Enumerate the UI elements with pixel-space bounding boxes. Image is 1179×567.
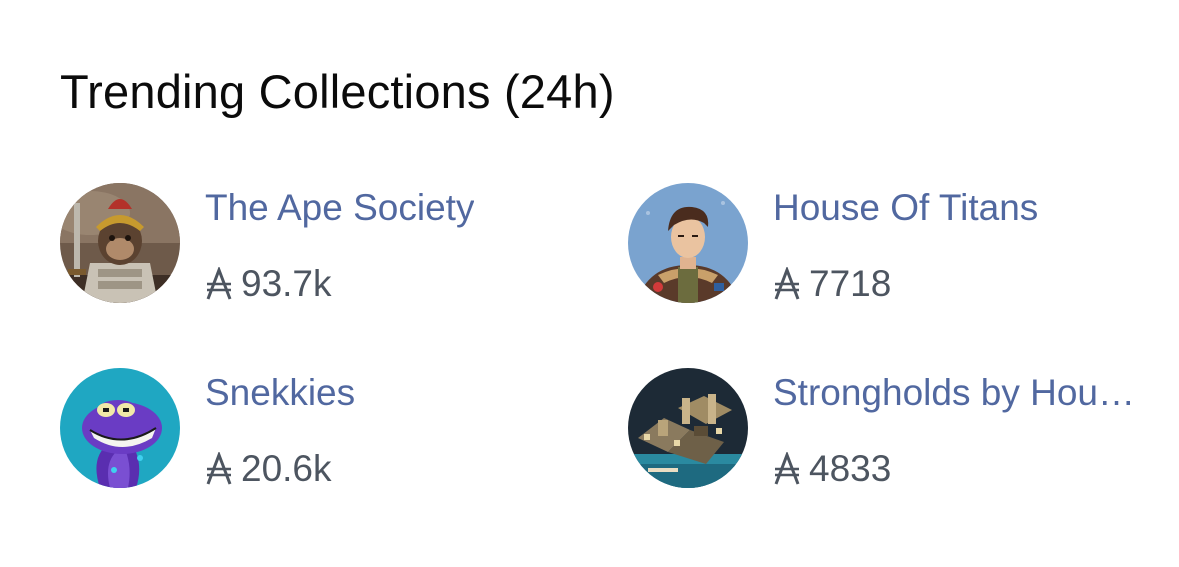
collection-volume-value: 20.6k: [241, 448, 332, 489]
collection-name[interactable]: Strongholds by Hou…: [773, 370, 1135, 416]
collection-avatar-strongholds[interactable]: [628, 368, 748, 488]
collection-avatar-ape[interactable]: [60, 183, 180, 303]
collection-volume-value: 4833: [809, 448, 892, 489]
collection-name[interactable]: House Of Titans: [773, 185, 1038, 231]
collection-volume: 20.6k: [205, 446, 332, 492]
collection-avatar-titans[interactable]: [628, 183, 748, 303]
ada-currency-icon: [205, 267, 233, 301]
collection-volume: 93.7k: [205, 261, 332, 307]
collection-name[interactable]: The Ape Society: [205, 185, 474, 231]
collection-item-snekkies[interactable]: Snekkies 20.6k: [60, 368, 620, 498]
collection-name[interactable]: Snekkies: [205, 370, 355, 416]
ada-currency-icon: [205, 452, 233, 486]
ada-currency-icon: [773, 452, 801, 486]
collection-avatar-snekkies[interactable]: [60, 368, 180, 488]
collection-item-house-of-titans[interactable]: House Of Titans 7718: [628, 183, 1179, 313]
collection-volume-value: 93.7k: [241, 263, 332, 304]
section-title: Trending Collections (24h): [60, 65, 615, 118]
collection-item-strongholds[interactable]: Strongholds by Hou… 4833: [628, 368, 1179, 498]
collection-volume: 7718: [773, 261, 891, 307]
ada-currency-icon: [773, 267, 801, 301]
collection-volume: 4833: [773, 446, 891, 492]
collection-item-the-ape-society[interactable]: The Ape Society 93.7k: [60, 183, 620, 313]
collection-volume-value: 7718: [809, 263, 892, 304]
